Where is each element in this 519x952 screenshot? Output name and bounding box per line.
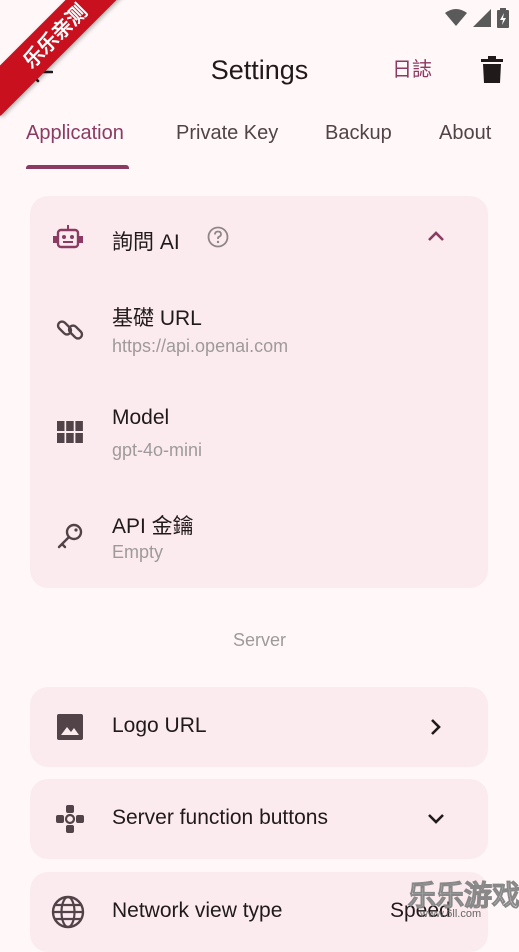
- server-function-buttons-card[interactable]: Server function buttons: [30, 779, 488, 859]
- api-key-title: API 金鑰: [112, 515, 194, 538]
- delete-button[interactable]: [474, 50, 510, 90]
- tab-application[interactable]: Application: [26, 122, 124, 145]
- key-icon: [54, 520, 86, 552]
- model-title: Model: [112, 406, 170, 429]
- app-bar: Settings 日誌: [0, 36, 519, 106]
- tab-backup[interactable]: Backup: [325, 122, 392, 145]
- robot-icon: [52, 222, 84, 254]
- signal-icon: [473, 9, 491, 27]
- api-key-value: Empty: [112, 542, 164, 562]
- logo-url-title: Logo URL: [112, 714, 207, 737]
- apps-icon: [54, 803, 86, 835]
- base-url-value: https://api.openai.com: [112, 336, 289, 356]
- watermark-url: www.6ll.com: [420, 908, 482, 920]
- link-icon: [54, 314, 86, 346]
- tab-indicator: [26, 165, 129, 169]
- chevron-down-icon: [424, 807, 448, 831]
- server-section-label: Server: [232, 630, 286, 650]
- model-row[interactable]: Model gpt-4o-mini: [30, 392, 488, 484]
- ai-settings-card: 詢問 AI 基礎 URL https://api.openai.com Mode…: [30, 196, 488, 588]
- tab-about[interactable]: About: [439, 122, 491, 145]
- logo-url-card[interactable]: Logo URL: [30, 687, 488, 767]
- network-view-type-title: Network view type: [112, 899, 283, 922]
- base-url-row[interactable]: 基礎 URL https://api.openai.com: [30, 288, 488, 380]
- log-button[interactable]: 日誌: [392, 54, 432, 86]
- wifi-icon: [445, 9, 467, 26]
- server-function-buttons-title: Server function buttons: [112, 806, 328, 829]
- battery-icon: [497, 8, 509, 28]
- grid-icon: [54, 416, 86, 448]
- chevron-up-icon[interactable]: [424, 224, 448, 248]
- trash-icon: [481, 56, 503, 83]
- bottom-watermark: 乐乐游戏 www.6ll.com: [400, 872, 519, 924]
- globe-icon: [50, 894, 86, 930]
- chevron-right-icon: [424, 715, 448, 739]
- ai-card-title: 詢問 AI: [112, 231, 180, 254]
- help-circle-icon[interactable]: [206, 225, 230, 249]
- image-icon: [54, 711, 86, 743]
- tab-private-key[interactable]: Private Key: [176, 122, 278, 145]
- base-url-title: 基礎 URL: [112, 307, 202, 330]
- ai-card-header[interactable]: 詢問 AI: [30, 196, 488, 278]
- api-key-row[interactable]: API 金鑰 Empty: [30, 496, 488, 580]
- page-title: Settings: [210, 55, 309, 85]
- tab-bar: Application Private Key Backup About: [0, 112, 519, 170]
- status-icons: [445, 8, 509, 28]
- model-value: gpt-4o-mini: [112, 440, 203, 460]
